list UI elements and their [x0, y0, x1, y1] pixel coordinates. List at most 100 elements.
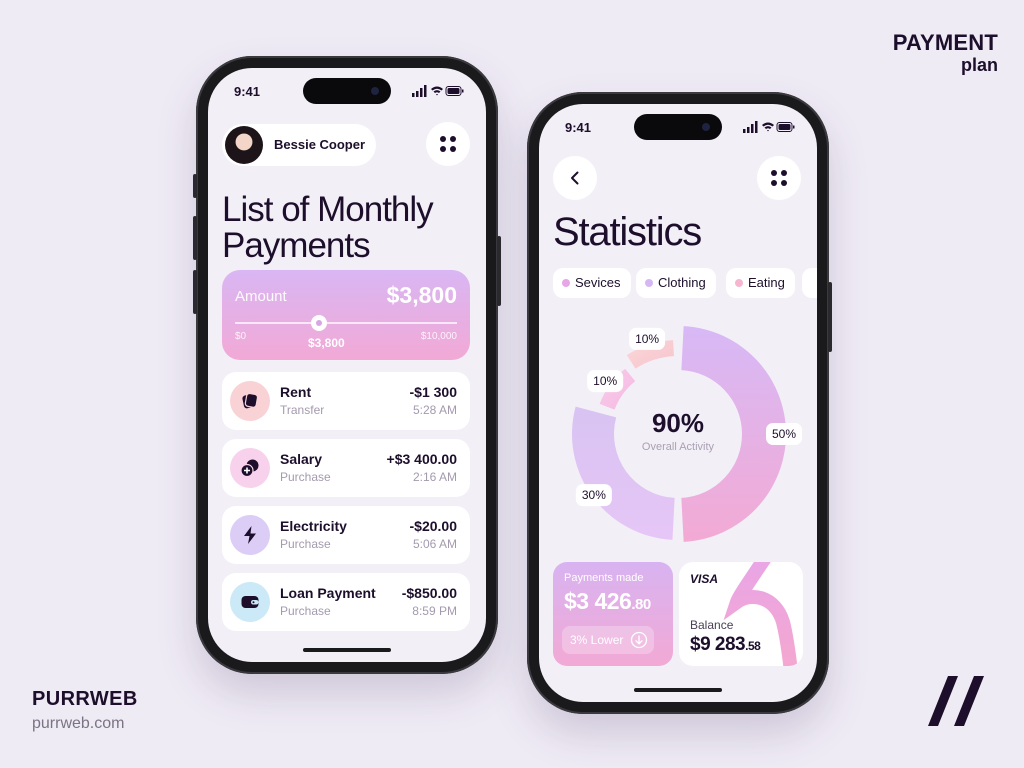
arrow-down-circle-icon [630, 631, 648, 649]
balance-cents: .58 [745, 639, 761, 653]
brand-bottom-left: PURRWEB purrweb.com [32, 688, 138, 733]
user-profile-pill[interactable]: Bessie Cooper [222, 124, 376, 166]
home-indicator [303, 648, 391, 652]
payment-amount: -$20.00 [409, 518, 457, 534]
donut-label-text: 10% [593, 374, 617, 388]
payment-name: Rent [280, 384, 312, 400]
coins-plus-icon [240, 459, 259, 478]
lightning-icon [244, 526, 256, 544]
phone-payments-list: 9:41 Bessie Cooper List of Monthly Payme… [193, 56, 501, 674]
payment-time: 5:28 AM [412, 403, 457, 417]
amount-value: $3,800 [386, 282, 457, 308]
donut-label-text: 10% [635, 332, 659, 346]
side-button [193, 174, 197, 198]
trend-label: 3% Lower [570, 633, 624, 647]
page-title: Statistics [553, 210, 702, 254]
payments-made-main: $3 426 [564, 588, 632, 614]
filter-chip-more[interactable] [802, 268, 817, 298]
filter-chip-services[interactable]: Sevices [553, 268, 631, 298]
chip-dot [645, 279, 653, 287]
payment-amount: -$1 300 [409, 384, 457, 400]
company-url: purrweb.com [32, 715, 125, 732]
donut-label-3: 10% [629, 327, 666, 350]
slider-max-label: $10,000 [420, 331, 457, 342]
chevron-left-icon [571, 171, 579, 185]
donut-center-label: Overall Activity [642, 441, 715, 453]
filter-chip-eating[interactable]: Eating [726, 268, 795, 298]
menu-button[interactable] [757, 156, 801, 200]
payment-name: Electricity [280, 518, 347, 534]
amount-card: Amount $3,800 $0 $3,800 $10,000 [222, 270, 470, 360]
payment-name: Salary [280, 451, 323, 467]
payment-name: Loan Payment [280, 585, 376, 601]
chip-dot [735, 279, 743, 287]
back-button[interactable] [553, 156, 597, 200]
company-name: PURRWEB [32, 688, 138, 710]
menu-button[interactable] [426, 122, 470, 166]
donut-label-2: 10% [587, 370, 624, 393]
slider-current-label: $3,800 [308, 336, 345, 350]
cards-icon [242, 392, 259, 409]
payment-item-electricity[interactable]: Electricity Purchase -$20.00 5:06 AM [222, 506, 470, 564]
donut-center-value: 90% [652, 408, 704, 438]
payment-time: 2:16 AM [412, 470, 457, 484]
balance-value: $9 283.58 [690, 634, 761, 656]
avatar [225, 126, 263, 164]
payment-type: Transfer [280, 403, 325, 417]
phone-statistics: 9:41 Statistics Sevices Clothing Eating … [527, 92, 832, 714]
activity-donut-chart: 90% Overall Activity 50% 30% 10% 10% [572, 326, 802, 542]
payment-item-rent[interactable]: Rent Transfer -$1 300 5:28 AM [222, 372, 470, 430]
balance-main: $9 283 [690, 634, 746, 655]
payment-amount: +$3 400.00 [386, 451, 457, 467]
amount-label: Amount [235, 288, 287, 305]
user-name: Bessie Cooper [274, 137, 366, 152]
payment-icon-badge [230, 582, 270, 622]
payment-icon-badge [230, 381, 270, 421]
payment-type: Purchase [280, 604, 331, 618]
grid-dots-icon [440, 136, 456, 152]
payments-made-label: Payments made [564, 572, 644, 584]
amount-slider-track[interactable] [235, 322, 457, 324]
chip-dot [562, 279, 570, 287]
status-icons [412, 85, 464, 97]
status-icons [743, 121, 795, 133]
payment-type: Purchase [280, 537, 331, 551]
brand-title: PAYMENT [892, 30, 998, 55]
double-slash-logo-icon [928, 676, 984, 726]
chip-label: Clothing [658, 275, 706, 290]
home-indicator [634, 688, 722, 692]
dynamic-island [303, 78, 391, 104]
grid-dots-icon [771, 170, 787, 186]
screen: 9:41 Statistics Sevices Clothing Eating … [539, 104, 817, 702]
payments-made-cents: .80 [631, 596, 651, 613]
wallet-icon [241, 596, 259, 608]
screen: 9:41 Bessie Cooper List of Monthly Payme… [208, 68, 486, 662]
payment-icon-badge [230, 515, 270, 555]
chip-label: Eating [748, 275, 785, 290]
payment-icon-badge [230, 448, 270, 488]
side-button [193, 216, 197, 260]
payments-made-card[interactable]: Payments made $3 426.80 3% Lower [553, 562, 673, 666]
filter-chip-clothing[interactable]: Clothing [636, 268, 716, 298]
payments-made-value: $3 426.80 [564, 588, 651, 615]
payment-time: 8:59 PM [412, 604, 457, 618]
brand-subtitle: plan [960, 55, 998, 75]
payment-amount: -$850.00 [401, 585, 457, 601]
donut-label-1: 30% [575, 484, 612, 507]
side-button [828, 282, 832, 352]
title-line-2: Payments [222, 226, 371, 265]
status-time: 9:41 [234, 84, 261, 99]
payment-item-loan[interactable]: Loan Payment Purchase -$850.00 8:59 PM [222, 573, 470, 631]
balance-label: Balance [690, 618, 734, 632]
page-title: List of Monthly Payments [222, 192, 482, 264]
slider-min-label: $0 [235, 331, 247, 342]
side-button [497, 236, 501, 306]
payment-time: 5:06 AM [412, 537, 457, 551]
payment-item-salary[interactable]: Salary Purchase +$3 400.00 2:16 AM [222, 439, 470, 497]
amount-slider-handle[interactable] [311, 315, 328, 331]
trend-badge: 3% Lower [562, 626, 654, 654]
dynamic-island [634, 114, 722, 140]
visa-card[interactable]: VISA Balance $9 283.58 [679, 562, 803, 666]
donut-label-text: 30% [582, 488, 606, 502]
payment-type: Purchase [280, 470, 331, 484]
